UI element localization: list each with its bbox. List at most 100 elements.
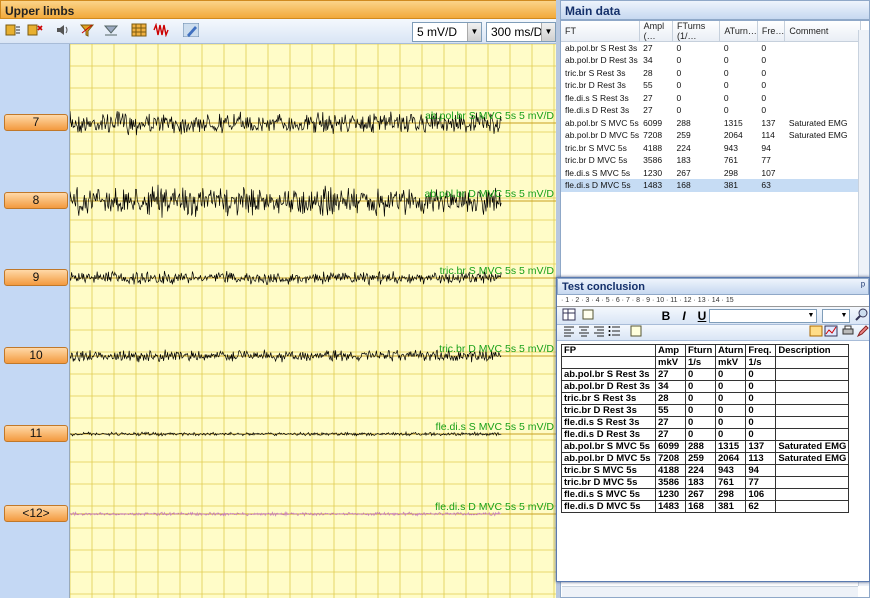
- conclusion-cell: ab.pol.br D MVC 5s: [561, 452, 656, 465]
- table-cell: 137: [761, 117, 776, 128]
- channel-label[interactable]: 8: [4, 192, 68, 209]
- table-row[interactable]: ab.pol.br S MVC 5s 6099 288 1315 137 Saturate…: [561, 117, 861, 130]
- table-cell: 3586: [643, 155, 663, 166]
- table-cell: [785, 142, 861, 155]
- conclusion-cell: 106: [745, 488, 777, 501]
- table-row[interactable]: fle.di.s S Rest 3s 27 0 0 0: [561, 92, 861, 105]
- table-cell: 0: [676, 67, 682, 78]
- conclusion-cell: fle.di.s D MVC 5s: [561, 500, 656, 513]
- insert-icon[interactable]: [579, 308, 597, 324]
- artifact-icon[interactable]: [152, 22, 170, 39]
- font-select[interactable]: ▼: [709, 309, 817, 323]
- table-cell: 298: [723, 167, 739, 178]
- table-cell: Saturated EMG: [788, 130, 848, 141]
- italic-button[interactable]: I: [675, 308, 693, 324]
- conclusion-cell: [775, 428, 850, 441]
- pin-icon[interactable]: ᵖ: [861, 280, 865, 292]
- channel-label[interactable]: 11: [4, 425, 68, 442]
- table-row[interactable]: ab.pol.br D Rest 3s 34 0 0 0: [561, 54, 861, 67]
- insert-data-icon[interactable]: [627, 325, 645, 341]
- conclusion-cell: tric.br S Rest 3s: [561, 392, 656, 405]
- conclusion-document[interactable]: FP Amp Fturn Aturn Freq. Description mkV 1/s mkV…: [557, 341, 869, 562]
- table-cell: 943: [723, 142, 739, 153]
- table-cell: 27: [643, 43, 653, 53]
- table-row[interactable]: fle.di.s D Rest 3s 27 0 0 0: [561, 104, 861, 117]
- table-cell: 224: [676, 142, 691, 153]
- conclusion-cell: 1483: [655, 500, 686, 513]
- grid-icon[interactable]: [130, 23, 148, 39]
- conclusion-cell: 168: [685, 500, 716, 513]
- channel-label[interactable]: 9: [4, 269, 68, 286]
- conclusion-cell: 34: [655, 380, 686, 393]
- table-cell: ab.pol.br S Rest 3s: [565, 43, 638, 53]
- table-cell: [785, 67, 861, 80]
- channel-label[interactable]: 7: [4, 114, 68, 131]
- table-cell: [784, 179, 861, 192]
- column-header[interactable]: FT: [561, 21, 640, 42]
- conclusion-table: FP Amp Fturn Aturn Freq. Description mkV 1/s mkV…: [561, 344, 850, 513]
- main-data-table: FT Ampl (… FTurns (1/… ATurn… Fre… Comment ab…: [561, 21, 861, 192]
- conclusion-cell: Saturated EMG: [775, 440, 850, 453]
- table-cell: 4188: [643, 142, 663, 153]
- chart-icon[interactable]: [822, 325, 840, 341]
- conclusion-cell: 0: [714, 428, 747, 441]
- bold-button[interactable]: B: [657, 308, 675, 324]
- main-data-hscrollbar[interactable]: [562, 586, 858, 597]
- conclusion-cell: 0: [745, 428, 777, 441]
- channels-remove-icon[interactable]: [26, 23, 44, 39]
- bullet-list-icon[interactable]: [605, 325, 623, 341]
- conclusion-header-cell: mkV: [714, 356, 747, 369]
- channel-label[interactable]: 10: [4, 347, 68, 364]
- column-header[interactable]: Comment: [784, 21, 861, 42]
- table-cell: 0: [761, 105, 767, 116]
- filter-off-icon[interactable]: [102, 23, 120, 39]
- marker-pen-icon[interactable]: [182, 22, 200, 39]
- table-cell: [785, 92, 861, 105]
- conclusion-cell: 288: [685, 440, 716, 453]
- conclusion-row: ab.pol.br D MVC 5s 7208 259 2064 113 Saturate…: [561, 452, 850, 465]
- table-icon[interactable]: [560, 308, 578, 324]
- table-row[interactable]: tric.br S MVC 5s 4188 224 943 94: [561, 142, 861, 155]
- table-row[interactable]: ab.pol.br S Rest 3s 27 0 0 0: [561, 42, 861, 55]
- table-cell: [785, 154, 861, 167]
- table-row[interactable]: tric.br S Rest 3s 28 0 0 0: [561, 67, 861, 80]
- table-row[interactable]: ab.pol.br D MVC 5s 7208 259 2064 114 Saturate…: [561, 129, 861, 142]
- test-conclusion-title: Test conclusion: [562, 281, 645, 293]
- table-cell: [785, 54, 861, 67]
- conclusion-cell: 0: [685, 404, 716, 417]
- column-header[interactable]: ATurn…: [719, 21, 758, 42]
- sweep-select[interactable]: 300 ms/D ▼: [486, 22, 556, 42]
- sensitivity-select[interactable]: 5 mV/D ▼: [412, 22, 482, 42]
- channel-label[interactable]: <12>: [4, 505, 68, 522]
- column-header[interactable]: Ampl (…: [639, 21, 674, 42]
- conclusion-cell: 1230: [655, 488, 686, 501]
- conclusion-cell: 3586: [655, 476, 686, 489]
- table-cell: 0: [723, 43, 729, 53]
- filter-icon[interactable]: [78, 23, 96, 39]
- channel-label-column: 7 8 9 10 11 <12>: [0, 44, 70, 598]
- table-row[interactable]: fle.di.s S MVC 5s 1230 267 298 107: [561, 167, 861, 180]
- conclusion-cell: 0: [745, 404, 777, 417]
- table-cell: 259: [676, 130, 691, 141]
- font-size-select[interactable]: ▼: [822, 309, 850, 323]
- speaker-icon[interactable]: [54, 23, 72, 39]
- column-header[interactable]: FTurns (1/…: [672, 21, 721, 42]
- conclusion-cell: [775, 476, 850, 489]
- conclusion-cell: 0: [714, 380, 747, 393]
- emg-signal-area[interactable]: ab.pol.br S MVC 5s 5 mV/D ab.pol.br D MVC…: [70, 44, 556, 598]
- conclusion-cell: 0: [685, 368, 716, 381]
- conclusion-cell: 27: [655, 368, 686, 381]
- table-cell: ab.pol.br S MVC 5s: [565, 117, 639, 128]
- find-icon[interactable]: [853, 308, 870, 324]
- channels-icon[interactable]: [4, 23, 22, 39]
- conclusion-cell: 0: [714, 392, 747, 405]
- column-header[interactable]: Fre…: [757, 21, 786, 42]
- edit-icon[interactable]: [854, 325, 870, 341]
- table-row[interactable]: tric.br D Rest 3s 55 0 0 0: [561, 79, 861, 92]
- table-row[interactable]: fle.di.s D MVC 5s 1483 168 381 63: [561, 179, 861, 192]
- conclusion-cell: 0: [685, 380, 716, 393]
- conclusion-cell: 224: [685, 464, 716, 477]
- table-row[interactable]: tric.br D MVC 5s 3586 183 761 77: [561, 154, 861, 167]
- ruler: · 1 · 2 · 3 · 4 · 5 · 6 · 7 · 8 · 9 · 10…: [557, 295, 869, 307]
- conclusion-cell: fle.di.s S MVC 5s: [561, 488, 656, 501]
